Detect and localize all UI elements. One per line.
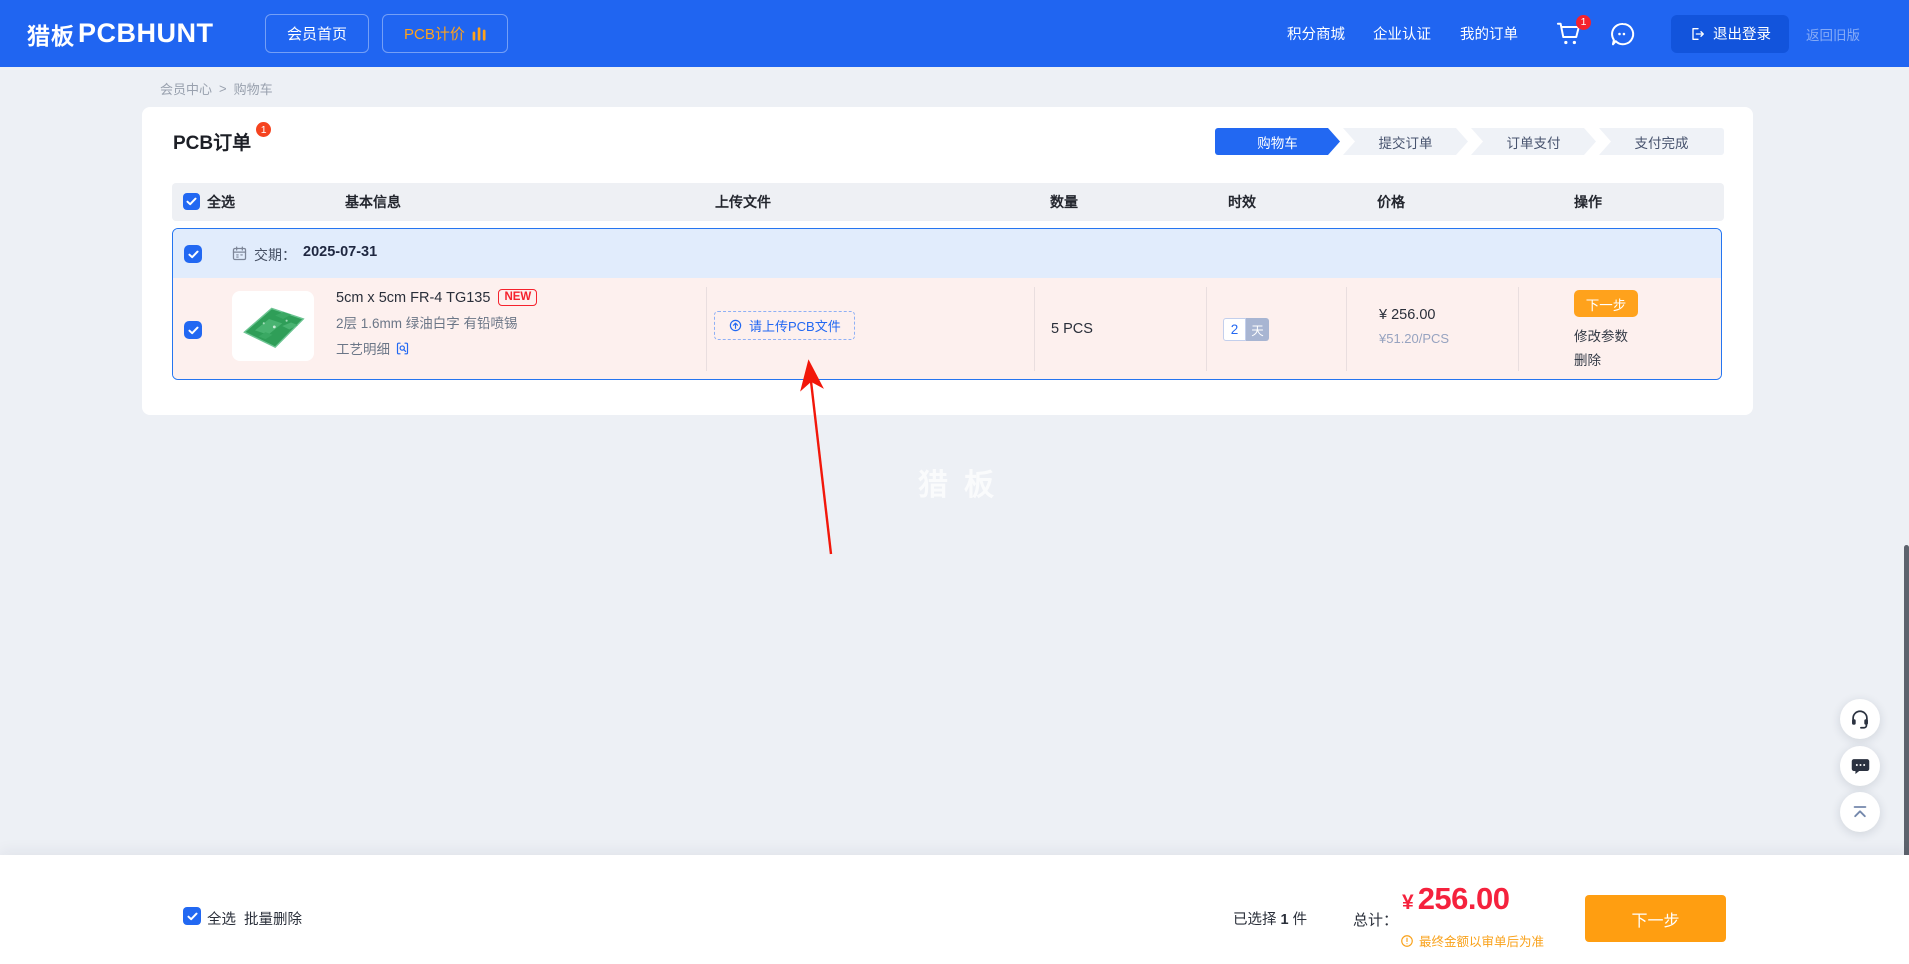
header-price: 价格 xyxy=(1377,183,1405,221)
product-info: 5cm x 5cm FR-4 TG135 NEW 2层 1.6mm 绿油白字 有… xyxy=(336,289,537,358)
header-actions: 操作 xyxy=(1574,183,1602,221)
header-basic-info: 基本信息 xyxy=(345,183,401,221)
delivery-date-value: 2025-07-31 xyxy=(303,244,377,260)
header-lead-time: 时效 xyxy=(1228,183,1256,221)
calendar-icon xyxy=(231,245,248,262)
quantity-value: 5 PCS xyxy=(1051,321,1093,337)
upload-icon xyxy=(728,318,743,333)
chat-bubble-icon xyxy=(1609,20,1637,48)
step-submit-order: 提交订单 xyxy=(1343,128,1468,155)
currency-symbol: ¥ xyxy=(1402,891,1414,915)
breadcrumb-separator: > xyxy=(219,81,227,96)
order-count-badge: 1 xyxy=(256,122,271,137)
back-to-top-button[interactable] xyxy=(1840,792,1880,832)
page-title-wrap: PCB订单 1 xyxy=(173,128,271,155)
pcb-cart-page: 猎板 PCBHUNT 会员首页 PCB计价 积分商城 企业认证 我的订单 xyxy=(0,0,1909,964)
member-home-button[interactable]: 会员首页 xyxy=(265,14,369,53)
breadcrumb-member-center[interactable]: 会员中心 xyxy=(160,79,212,98)
page-title: PCB订单 xyxy=(173,128,251,155)
headset-icon xyxy=(1849,708,1871,730)
delete-link[interactable]: 删除 xyxy=(1574,349,1601,369)
header-upload-file: 上传文件 xyxy=(715,183,771,221)
lead-time-unit: 天 xyxy=(1246,318,1269,341)
new-badge: NEW xyxy=(498,289,537,306)
cart-item-row: 5cm x 5cm FR-4 TG135 NEW 2层 1.6mm 绿油白字 有… xyxy=(173,278,1721,380)
upload-pcb-button[interactable]: 请上传PCB文件 xyxy=(714,311,855,340)
back-old-version-link[interactable]: 返回旧版 xyxy=(1806,24,1860,44)
batch-delete-link[interactable]: 批量删除 xyxy=(244,908,302,929)
message-button[interactable] xyxy=(1840,746,1880,786)
doc-search-icon xyxy=(395,341,410,356)
item-unit-price: ¥51.20/PCS xyxy=(1379,331,1449,346)
table-header: 全选 基本信息 上传文件 数量 时效 价格 操作 xyxy=(172,183,1724,221)
cart-item-group: 交期： 2025-07-31 xyxy=(172,228,1722,380)
delivery-date-row: 交期： 2025-07-31 xyxy=(173,229,1721,278)
process-detail-link[interactable]: 工艺明细 xyxy=(336,338,410,358)
nav-right-group: 积分商城 企业认证 我的订单 1 xyxy=(1287,0,1860,67)
total-label: 总计： xyxy=(1353,909,1398,930)
back-to-top-icon xyxy=(1850,802,1870,822)
nav-chat-button[interactable] xyxy=(1609,20,1637,48)
item-next-button[interactable]: 下一步 xyxy=(1574,290,1638,317)
logout-label: 退出登录 xyxy=(1713,23,1771,44)
watermark: 猎板 xyxy=(918,460,1010,504)
pcb-thumbnail[interactable] xyxy=(232,291,314,361)
message-icon xyxy=(1850,756,1871,777)
total-amount: 256.00 xyxy=(1418,881,1510,917)
pcb-pricing-label: PCB计价 xyxy=(404,23,465,44)
cart-button[interactable]: 1 xyxy=(1555,20,1583,48)
pcb-board-image xyxy=(236,297,310,355)
selected-count: 1 xyxy=(1281,912,1289,928)
nav-link-points-mall[interactable]: 积分商城 xyxy=(1287,23,1345,44)
order-card: PCB订单 1 购物车 提交订单 订单支付 支付完成 全选 基本信息 上传文件 … xyxy=(142,107,1753,415)
lead-time-badge: 2 天 xyxy=(1223,318,1269,341)
step-payment-done: 支付完成 xyxy=(1599,128,1724,155)
selected-count-text: 已选择1件 xyxy=(1233,908,1307,929)
product-name: 5cm x 5cm FR-4 TG135 xyxy=(336,290,490,306)
customer-service-button[interactable] xyxy=(1840,699,1880,739)
header-quantity: 数量 xyxy=(1050,183,1078,221)
member-home-label: 会员首页 xyxy=(287,23,347,44)
footer-select-all-label[interactable]: 全选 xyxy=(207,908,236,929)
warning-circle-icon xyxy=(1400,934,1414,948)
step-cart: 购物车 xyxy=(1215,128,1340,155)
item-total-price: ¥ 256.00 xyxy=(1379,307,1435,323)
modify-params-link[interactable]: 修改参数 xyxy=(1574,325,1628,345)
upload-label: 请上传PCB文件 xyxy=(749,316,841,335)
scrollbar-thumb[interactable] xyxy=(1904,545,1909,875)
nav-link-my-orders[interactable]: 我的订单 xyxy=(1460,23,1518,44)
breadcrumb: 会员中心 > 购物车 xyxy=(160,79,273,98)
price-note: 最终金额以审单后为准 xyxy=(1400,931,1544,950)
nav-buttons: 会员首页 PCB计价 xyxy=(265,14,508,53)
footer-select-all-checkbox[interactable] xyxy=(183,907,201,925)
logout-button[interactable]: 退出登录 xyxy=(1671,15,1789,53)
product-specs: 2层 1.6mm 绿油白字 有铅喷锡 xyxy=(336,312,537,332)
select-all-checkbox[interactable] xyxy=(183,193,200,210)
logo-en: PCBHUNT xyxy=(78,18,214,49)
delivery-date-label: 交期： xyxy=(254,245,296,265)
group-checkbox[interactable] xyxy=(184,245,202,263)
total-price: ¥ 256.00 xyxy=(1402,881,1510,917)
pcb-pricing-button[interactable]: PCB计价 xyxy=(382,14,508,53)
item-checkbox[interactable] xyxy=(184,321,202,339)
logout-icon xyxy=(1689,26,1705,42)
checkout-steps: 购物车 提交订单 订单支付 支付完成 xyxy=(1215,128,1724,155)
top-navbar: 猎板 PCBHUNT 会员首页 PCB计价 积分商城 企业认证 我的订单 xyxy=(0,0,1909,67)
app-logo[interactable]: 猎板 PCBHUNT xyxy=(27,0,214,67)
nav-link-enterprise-cert[interactable]: 企业认证 xyxy=(1373,23,1431,44)
cart-count-badge: 1 xyxy=(1576,15,1591,30)
lead-time-value: 2 xyxy=(1223,318,1246,341)
logo-cn: 猎板 xyxy=(27,17,75,51)
breadcrumb-cart: 购物车 xyxy=(234,79,273,98)
header-select-all: 全选 xyxy=(207,183,235,221)
checkout-next-button[interactable]: 下一步 xyxy=(1585,895,1726,942)
step-order-payment: 订单支付 xyxy=(1471,128,1596,155)
bottom-summary-bar: 全选 批量删除 已选择1件 总计： ¥ 256.00 最终金额以审单后为准 下一… xyxy=(0,855,1909,964)
bar-chart-icon xyxy=(472,27,486,41)
